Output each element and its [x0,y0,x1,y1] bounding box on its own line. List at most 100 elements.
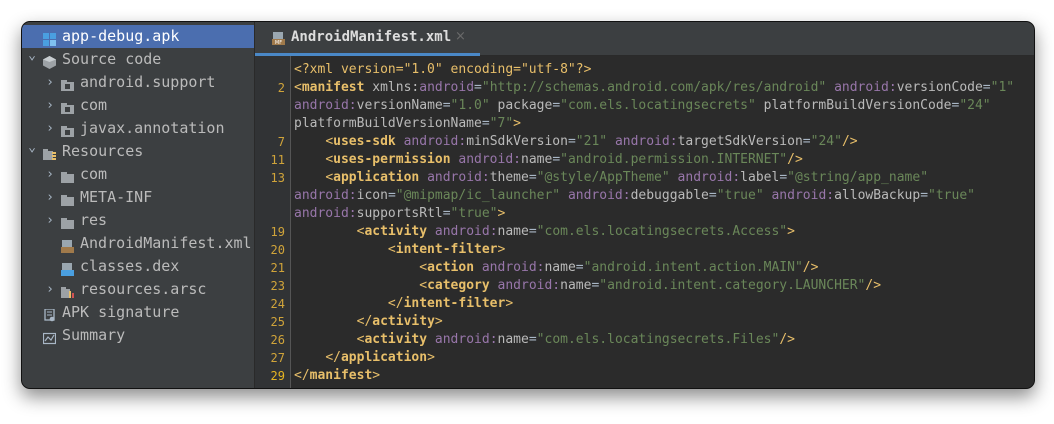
tree-item-source-code[interactable]: ⌄ Source code [22,48,254,71]
code-token: theme [489,170,529,185]
tree-item-android-support[interactable]: › android.support [22,71,254,94]
tree-item-res[interactable]: › res [22,209,254,232]
line-number: 7 [277,135,285,149]
code-token: = [387,188,396,203]
code-token: <?xml version="1.0" encoding="utf-8"?> [294,62,592,77]
line-number: 29 [270,369,285,383]
code-line: platformBuildVersionName="7"> [294,115,521,133]
code-token: application [340,350,428,365]
code-token: package [497,98,553,113]
code-token: /> [779,332,795,347]
code-token: = [481,116,490,131]
tree-item-label: app-debug.apk [62,27,180,45]
tree-item-resources[interactable]: ⌄ Resources [22,140,254,163]
code-token: allowBackup [834,188,921,203]
code-token: android: [458,152,521,167]
tree-item-meta-inf[interactable]: › META-INF [22,186,254,209]
code-token: > [497,242,506,257]
resources-icon [43,145,56,160]
code-token: category [427,278,498,293]
code-token: < [419,278,428,293]
code-line: </intent-filter> [294,295,513,313]
line-number: 25 [270,315,285,329]
code-token: intent-filter [403,296,506,311]
collapsed-chevron-icon[interactable]: › [44,186,56,209]
code-token: name [560,278,592,293]
editor-tab-bar: MF AndroidManifest.xml × [255,22,1034,56]
tree-item-app-debug-apk[interactable]: app-debug.apk [22,25,254,48]
code-token: activity [364,332,435,347]
tree-item-apk-signature[interactable]: APK signature [22,301,254,324]
code-token: "24" [959,98,991,113]
code-token: /> [787,152,803,167]
tree-item-com[interactable]: › com [22,163,254,186]
collapsed-chevron-icon[interactable]: › [44,163,56,186]
code-token: = [708,188,717,203]
collapsed-chevron-icon[interactable]: › [44,71,56,94]
code-line: <activity android:name="com.els.locating… [294,331,795,349]
line-number: 13 [270,171,285,185]
tree-item-label: res [80,211,108,229]
tree-item-label: Summary [62,326,126,344]
code-line: android:icon="@mipmap/ic_launcher" andro… [294,187,975,205]
collapsed-chevron-icon[interactable]: › [44,278,56,301]
tab-androidmanifest[interactable]: MF AndroidManifest.xml × [255,22,480,56]
source-code-icon [43,53,56,69]
expanded-chevron-icon[interactable]: ⌄ [26,136,38,159]
package-folder-icon [61,76,74,91]
code-token: icon [356,188,388,203]
code-token: "com.els.locatingsecrets" [560,98,764,113]
code-token: > [505,296,514,311]
code-token: = [474,80,482,95]
tree-item-androidmanifest-xml[interactable]: AndroidManifest.xml [22,232,254,255]
collapsed-chevron-icon[interactable]: › [44,209,56,232]
code-line: </manifest> [294,367,380,385]
code-token: android: [497,278,561,293]
folder-icon [61,168,74,183]
code-token: = [528,332,537,347]
folder-icon [61,191,74,206]
code-token: "@string/app_name" [787,170,929,185]
tab-close-icon[interactable]: × [455,29,466,44]
tree-item-resources-arsc[interactable]: › resources.arsc [22,278,254,301]
tree-item-label: AndroidManifest.xml [80,234,252,252]
code-token: = [528,224,537,239]
line-number: 23 [270,279,285,293]
code-token: > [497,206,506,221]
code-token: "true" [450,206,498,221]
code-line: android:versionName="1.0" package="com.e… [294,97,991,115]
tree-item-label: com [80,165,108,183]
tree-item-classes-dex[interactable]: classes.dex [22,255,254,278]
code-token: android: [434,332,498,347]
project-tree[interactable]: app-debug.apk ⌄ Source code › android.suppor… [22,22,255,388]
tree-item-javax-annotation[interactable]: › javax.annotation [22,117,254,140]
line-number: 2 [277,81,285,95]
code-token: /> [802,260,819,275]
code-token: versionCode [896,80,983,95]
code-token: activity [364,224,435,239]
collapsed-chevron-icon[interactable]: › [44,94,56,117]
line-number: 19 [270,225,285,239]
code-editor-panel: MF AndroidManifest.xml × 2 7 11 13 19 20 21 23 2… [255,22,1034,388]
code-token: </ [294,368,310,383]
tab-label: AndroidManifest.xml [291,29,452,45]
tree-item-com[interactable]: › com [22,94,254,117]
code-token: android: [614,134,678,149]
code-token: </ [356,314,373,329]
code-token: activity [372,314,435,329]
code-token: debuggable [630,188,709,203]
collapsed-chevron-icon[interactable]: › [44,117,56,140]
jadx-window: app-debug.apk ⌄ Source code › android.suppor… [21,21,1035,389]
code-token: "android.intent.category.LAUNCHER" [599,278,866,293]
expanded-chevron-icon[interactable]: ⌄ [26,44,38,67]
tree-item-label: classes.dex [80,257,180,275]
code-token: "1" [990,80,1015,95]
apk-icon [43,30,56,46]
tree-item-summary[interactable]: Summary [22,324,254,347]
